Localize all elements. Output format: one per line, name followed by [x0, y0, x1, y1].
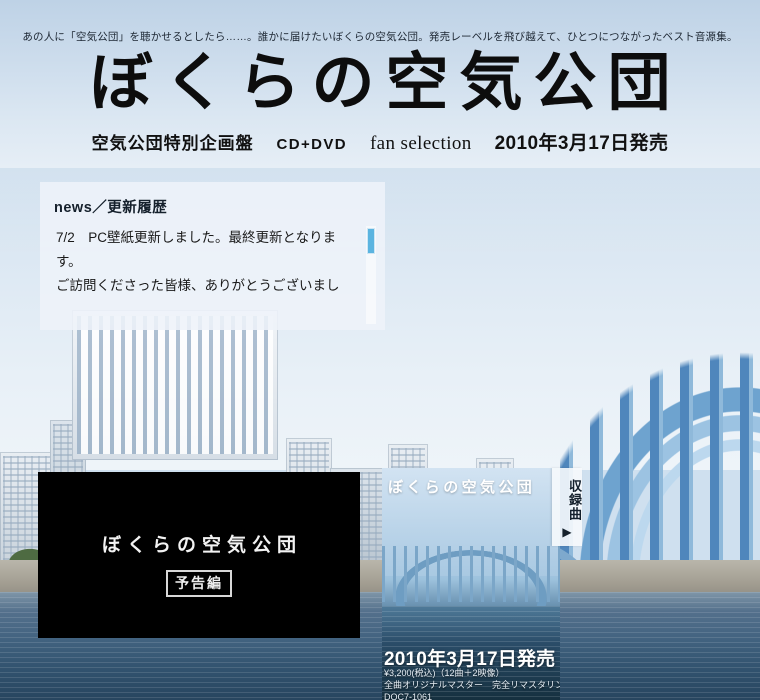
news-entry-line: ご訪問くださった皆様、ありがとうございまし [56, 278, 340, 293]
news-scrollbar-thumb[interactable] [367, 228, 375, 254]
trailer-video-player[interactable]: ぼくらの空気公団 予告編 [38, 472, 360, 638]
album-bridge-columns [382, 546, 560, 602]
subtitle-format: CD+DVD [276, 136, 348, 153]
album-price: ¥3,200(税込)（12曲＋2映像） [384, 668, 505, 678]
subtitle-fan-selection: fan selection [369, 133, 472, 154]
album-mastering-note: 全曲オリジナルマスター 完全リマスタリング [384, 680, 560, 690]
album-catalog-number: DQC7-1061 [384, 692, 433, 700]
page-root: あの人に「空気公団」を聴かせるとしたら……。誰かに届けたいぼくらの空気公団。発売… [0, 0, 760, 700]
news-body: 7/2 PC壁紙更新しました。最終更新となりま す。 ご訪問くださった皆様、あり… [56, 226, 356, 298]
album-panel[interactable]: ぼくらの空気公団 2010年3月17日発売 ¥3,200(税込)（12曲＋2映像… [382, 468, 560, 700]
tracklist-tab-label: 収録曲 [567, 479, 582, 521]
subtitle-row: 空気公団特別企画盤 CD+DVD fan selection 2010年3月17… [0, 128, 760, 155]
album-release-date: 2010年3月17日発売 [384, 649, 556, 670]
tagline: あの人に「空気公団」を聴かせるとしたら……。誰かに届けたいぼくらの空気公団。発売… [22, 31, 738, 43]
trailer-badge: 予告編 [166, 570, 232, 597]
tracklist-tab[interactable]: 収録曲 ▶ [552, 468, 582, 546]
album-cover-title: ぼくらの空気公団 [388, 479, 536, 496]
header-band: あの人に「空気公団」を聴かせるとしたら……。誰かに届けたいぼくらの空気公団。発売… [0, 0, 760, 168]
news-panel: news／更新履歴 7/2 PC壁紙更新しました。最終更新となりま す。 ご訪問… [40, 182, 385, 330]
news-entry-line: 7/2 PC壁紙更新しました。最終更新となりま [56, 230, 337, 245]
news-entry-line: す。 [56, 254, 82, 269]
trailer-title: ぼくらの空気公団 [101, 535, 302, 556]
subtitle-edition-jp: 空気公団特別企画盤 [91, 134, 254, 153]
play-arrow-icon: ▶ [562, 525, 572, 539]
news-heading: news／更新履歴 [54, 200, 168, 216]
subtitle-release-date: 2010年3月17日発売 [494, 133, 669, 154]
page-title: ぼくらの空気公団 [89, 48, 682, 118]
